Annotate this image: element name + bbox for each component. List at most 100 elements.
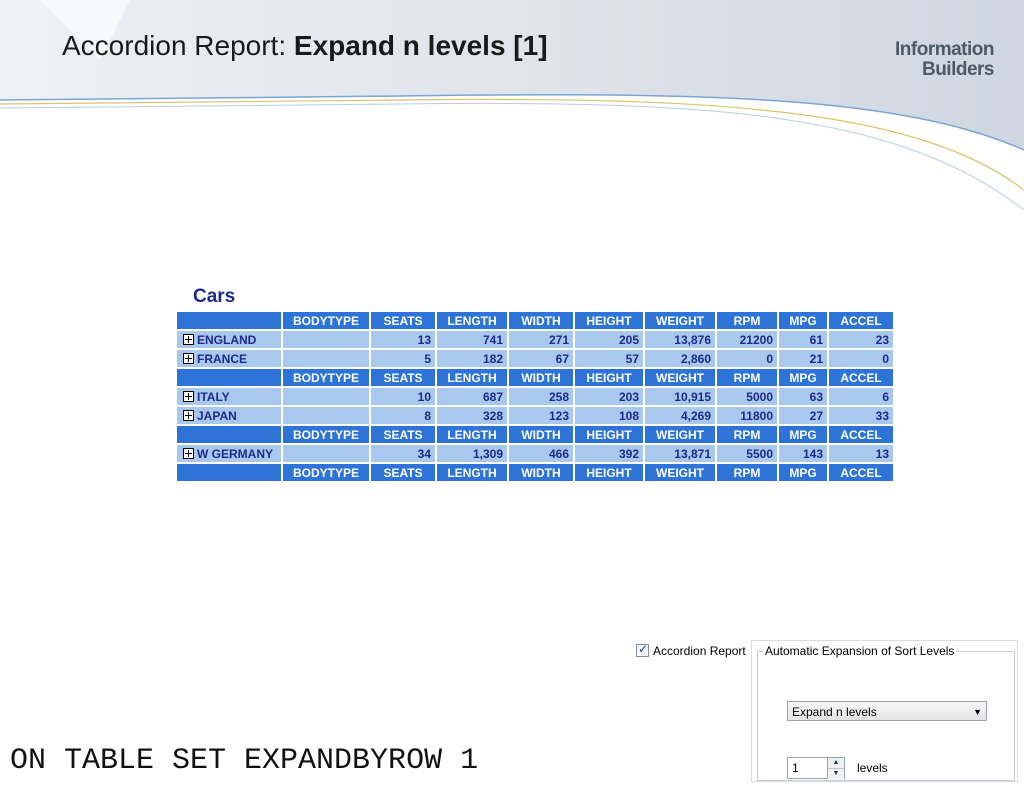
levels-stepper-value: 1 xyxy=(792,761,799,775)
value-cell: 61 xyxy=(779,331,827,348)
stepper-buttons: ▲ ▼ xyxy=(827,758,844,779)
value-cell: 23 xyxy=(829,331,893,348)
levels-stepper[interactable]: 1 ▲ ▼ xyxy=(787,757,845,779)
report-header-row: BODYTYPE SEATS LENGTH WIDTH HEIGHT WEIGHT RPM M… xyxy=(177,312,893,329)
value-cell: 10 xyxy=(371,388,435,405)
header-cell: LENGTH xyxy=(437,312,507,329)
value-cell: 8 xyxy=(371,407,435,424)
accordion-report-checkbox[interactable]: ✓ xyxy=(636,642,649,657)
report-row: JAPAN 8 328 123 108 4,269 11800 27 33 xyxy=(177,407,893,424)
slide-title-bold: Expand n levels [1] xyxy=(293,30,548,61)
value-cell: 0 xyxy=(829,350,893,367)
value-cell: 271 xyxy=(509,331,573,348)
expansion-groupbox: Automatic Expansion of Sort Levels Expan… xyxy=(757,644,1015,781)
accordion-report-label: Accordion Report xyxy=(653,644,746,658)
header-cell: HEIGHT xyxy=(575,312,643,329)
header-cell: SEATS xyxy=(371,312,435,329)
header-cell: BODYTYPE xyxy=(283,426,369,443)
country-cell[interactable]: ITALY xyxy=(177,388,281,405)
code-snippet: ON TABLE SET EXPANDBYROW 1 xyxy=(10,744,479,778)
report-header-row: BODYTYPE SEATS LENGTH WIDTH HEIGHT WEIGHT RPM M… xyxy=(177,369,893,386)
expansion-dropdown-value: Expand n levels xyxy=(792,705,877,719)
value-cell: 21 xyxy=(779,350,827,367)
header-cell: ACCEL xyxy=(829,312,893,329)
header-blank-cell xyxy=(177,426,281,443)
value-cell: 13 xyxy=(371,331,435,348)
report-header-row: BODYTYPE SEATS LENGTH WIDTH HEIGHT WEIGHT RPM M… xyxy=(177,464,893,481)
expand-plus-icon[interactable] xyxy=(183,447,194,459)
report-title: Cars xyxy=(193,286,236,307)
expansion-dropdown[interactable]: Expand n levels ▼ xyxy=(787,701,987,721)
value-cell: 57 xyxy=(575,350,643,367)
value-cell: 34 xyxy=(371,445,435,462)
country-label: FRANCE xyxy=(197,351,247,366)
value-cell: 33 xyxy=(829,407,893,424)
stepper-up-icon[interactable]: ▲ xyxy=(828,758,844,768)
value-cell: 67 xyxy=(509,350,573,367)
expand-plus-icon[interactable] xyxy=(183,352,194,364)
value-cell: 203 xyxy=(575,388,643,405)
header-cell: RPM xyxy=(717,464,777,481)
header-cell: HEIGHT xyxy=(575,426,643,443)
header-cell: WIDTH xyxy=(509,464,573,481)
header-cell: WEIGHT xyxy=(645,464,715,481)
value-cell xyxy=(283,331,369,348)
header-blank-cell xyxy=(177,312,281,329)
country-cell[interactable]: W GERMANY xyxy=(177,445,281,462)
report-row: ENGLAND 13 741 271 205 13,876 21200 61 23 xyxy=(177,331,893,348)
country-cell[interactable]: ENGLAND xyxy=(177,331,281,348)
header-blank-cell xyxy=(177,464,281,481)
value-cell xyxy=(283,388,369,405)
value-cell: 4,269 xyxy=(645,407,715,424)
value-cell: 466 xyxy=(509,445,573,462)
header-cell: SEATS xyxy=(371,464,435,481)
value-cell: 10,915 xyxy=(645,388,715,405)
header-cell: RPM xyxy=(717,426,777,443)
stepper-down-icon[interactable]: ▼ xyxy=(828,768,844,779)
accordion-report-option[interactable]: ✓ Accordion Report xyxy=(636,642,746,658)
value-cell: 108 xyxy=(575,407,643,424)
header-cell: LENGTH xyxy=(437,426,507,443)
header-cell: ACCEL xyxy=(829,426,893,443)
header-cell: BODYTYPE xyxy=(283,369,369,386)
header-cell: MPG xyxy=(779,426,827,443)
value-cell: 687 xyxy=(437,388,507,405)
slide-title-plain: Accordion Report: xyxy=(62,30,294,61)
value-cell: 21200 xyxy=(717,331,777,348)
value-cell: 392 xyxy=(575,445,643,462)
header-blank-cell xyxy=(177,369,281,386)
expansion-group-label: Automatic Expansion of Sort Levels xyxy=(763,644,957,658)
expand-plus-icon[interactable] xyxy=(183,333,194,345)
country-label: ENGLAND xyxy=(197,332,257,347)
value-cell: 63 xyxy=(779,388,827,405)
header-cell: ACCEL xyxy=(829,464,893,481)
logo-line2: Builders xyxy=(921,59,995,80)
accordion-report-table: BODYTYPE SEATS LENGTH WIDTH HEIGHT WEIGHT RPM M… xyxy=(175,310,895,483)
header-cell: SEATS xyxy=(371,369,435,386)
country-label: ITALY xyxy=(197,389,230,404)
header-cell: WEIGHT xyxy=(645,312,715,329)
country-label: W GERMANY xyxy=(197,446,273,461)
value-cell: 143 xyxy=(779,445,827,462)
slide-title: Accordion Report: Expand n levels [1] xyxy=(62,30,548,62)
value-cell: 182 xyxy=(437,350,507,367)
header-cell: MPG xyxy=(779,369,827,386)
expand-plus-icon[interactable] xyxy=(183,409,194,421)
value-cell: 5500 xyxy=(717,445,777,462)
information-builders-logo: Information Builders xyxy=(895,39,995,80)
value-cell xyxy=(283,445,369,462)
value-cell: 27 xyxy=(779,407,827,424)
value-cell: 258 xyxy=(509,388,573,405)
logo-line1: Information xyxy=(895,39,995,60)
country-label: JAPAN xyxy=(197,408,237,423)
header-cell: LENGTH xyxy=(437,464,507,481)
expand-plus-icon[interactable] xyxy=(183,390,194,402)
country-cell[interactable]: FRANCE xyxy=(177,350,281,367)
header-cell: WIDTH xyxy=(509,369,573,386)
header-cell: RPM xyxy=(717,369,777,386)
dropdown-arrow-icon[interactable]: ▼ xyxy=(973,702,982,722)
header-cell: WIDTH xyxy=(509,426,573,443)
header-cell: ACCEL xyxy=(829,369,893,386)
country-cell[interactable]: JAPAN xyxy=(177,407,281,424)
levels-label: levels xyxy=(857,761,888,775)
